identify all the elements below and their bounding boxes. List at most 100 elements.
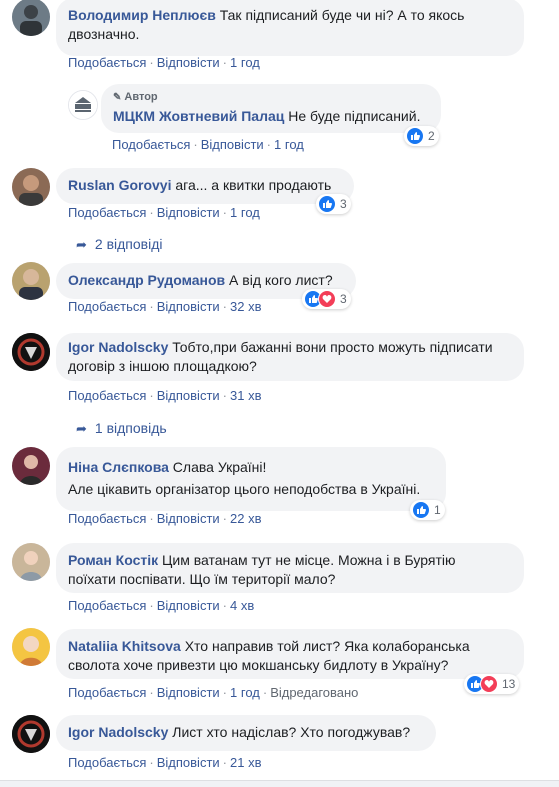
separator: · bbox=[222, 299, 228, 314]
commenter-name[interactable]: Nataliia Khitsova bbox=[68, 638, 181, 654]
timestamp[interactable]: 1 год bbox=[274, 137, 304, 152]
separator: · bbox=[149, 299, 154, 314]
separator: · bbox=[149, 755, 154, 770]
commenter-name[interactable]: Володимир Неплюєв bbox=[68, 7, 216, 23]
avatar[interactable] bbox=[12, 168, 50, 206]
like-button[interactable]: Подобається bbox=[112, 137, 190, 152]
like-button[interactable]: Подобається bbox=[68, 205, 146, 220]
reply-button[interactable]: Відповісти bbox=[157, 388, 220, 403]
separator: · bbox=[149, 511, 154, 526]
comment-text: Так підписаний буде чи ні? А то якось bbox=[219, 7, 465, 23]
comment-text: Не буде підписаний. bbox=[288, 108, 421, 124]
edited-label[interactable]: Відредаговано bbox=[270, 685, 358, 700]
timestamp[interactable]: 32 хв bbox=[230, 299, 261, 314]
reply-button[interactable]: Відповісти bbox=[157, 299, 220, 314]
comment-text-line2: Але цікавить організатор цього неподобст… bbox=[68, 481, 421, 497]
reaction-summary[interactable]: 1 bbox=[410, 500, 445, 520]
commenter-name[interactable]: Олександр Рудоманов bbox=[68, 272, 225, 288]
view-replies-link[interactable]: ➦ 1 відповідь bbox=[76, 420, 167, 437]
comment-text: Лист хто надіслав? Хто погоджував? bbox=[172, 724, 411, 740]
comment-actions: Подобається · Відповісти · 31 хв bbox=[68, 388, 262, 403]
comment-bubble: Володимир Неплюєв Так підписаний буде чи… bbox=[56, 0, 524, 56]
comment-text: Цим ватанам тут не місце. Можна і в Буря… bbox=[162, 552, 456, 568]
reply-button[interactable]: Відповісти bbox=[157, 205, 220, 220]
like-button[interactable]: Подобається bbox=[68, 388, 146, 403]
reply-arrow-icon: ➦ bbox=[76, 237, 87, 252]
avatar[interactable] bbox=[12, 447, 50, 485]
reaction-count: 1 bbox=[434, 503, 441, 517]
comment-actions: Подобається · Відповісти · 1 год bbox=[68, 205, 260, 220]
commenter-name[interactable]: Ruslan Gorovyi bbox=[68, 177, 171, 193]
comment-text: А від кого лист? bbox=[229, 272, 333, 288]
timestamp[interactable]: 4 хв bbox=[230, 598, 254, 613]
comment-bubble: Nataliia Khitsova Хто направив той лист?… bbox=[56, 629, 524, 679]
avatar[interactable] bbox=[12, 333, 50, 371]
reaction-summary[interactable]: 2 bbox=[404, 126, 439, 146]
like-reaction-icon bbox=[318, 195, 336, 213]
like-button[interactable]: Подобається bbox=[68, 755, 146, 770]
like-reaction-icon bbox=[412, 501, 430, 519]
replies-label: 2 відповіді bbox=[94, 236, 163, 252]
view-replies-link[interactable]: ➦ 2 відповіді bbox=[76, 236, 163, 253]
like-button[interactable]: Подобається bbox=[68, 55, 146, 70]
reply-button[interactable]: Відповісти bbox=[157, 55, 220, 70]
reaction-summary[interactable]: 3 bbox=[316, 194, 351, 214]
separator: · bbox=[266, 137, 272, 152]
timestamp[interactable]: 22 хв bbox=[230, 511, 261, 526]
comment-bubble: Ruslan Gorovyi ага... а квитки продають bbox=[56, 168, 354, 204]
separator: · bbox=[149, 598, 154, 613]
timestamp[interactable]: 1 год bbox=[230, 55, 260, 70]
commenter-name[interactable]: Igor Nadolscky bbox=[68, 724, 168, 740]
separator: · bbox=[222, 685, 228, 700]
author-icon: ✎ bbox=[113, 92, 122, 103]
separator: · bbox=[222, 388, 228, 403]
author-tag: ✎ Автор bbox=[113, 88, 429, 107]
reply-button[interactable]: Відповісти bbox=[157, 511, 220, 526]
reaction-count: 3 bbox=[340, 292, 347, 306]
separator: · bbox=[222, 598, 228, 613]
avatar[interactable] bbox=[12, 715, 50, 753]
separator: · bbox=[262, 685, 268, 700]
comment-actions: Подобається · Відповісти · 21 хв bbox=[68, 755, 262, 770]
commenter-name[interactable]: Ніна Слєпкова bbox=[68, 459, 169, 475]
separator: · bbox=[149, 205, 154, 220]
separator: · bbox=[222, 55, 228, 70]
like-button[interactable]: Подобається bbox=[68, 511, 146, 526]
like-button[interactable]: Подобається bbox=[68, 598, 146, 613]
commenter-name[interactable]: Igor Nadolscky bbox=[68, 339, 168, 355]
commenter-name[interactable]: Роман Костік bbox=[68, 552, 158, 568]
timestamp[interactable]: 21 хв bbox=[230, 755, 261, 770]
reaction-summary[interactable]: 3 bbox=[302, 289, 351, 309]
comment-actions: Подобається · Відповісти · 1 год bbox=[68, 55, 260, 70]
comment-actions: Подобається · Відповісти · 4 хв bbox=[68, 598, 254, 613]
separator: · bbox=[149, 685, 154, 700]
replies-label: 1 відповідь bbox=[94, 420, 167, 436]
avatar[interactable] bbox=[12, 0, 50, 36]
comment-text: Тобто,при бажанні вони просто можуть під… bbox=[172, 339, 493, 355]
timestamp[interactable]: 31 хв bbox=[230, 388, 261, 403]
separator: · bbox=[149, 388, 154, 403]
timestamp[interactable]: 1 год bbox=[230, 685, 260, 700]
timestamp[interactable]: 1 год bbox=[230, 205, 260, 220]
avatar[interactable] bbox=[68, 90, 98, 120]
reply-button[interactable]: Відповісти bbox=[157, 598, 220, 613]
reaction-summary[interactable]: 13 bbox=[464, 674, 520, 694]
avatar[interactable] bbox=[12, 543, 50, 581]
commenter-name[interactable]: МЦКМ Жовтневий Палац bbox=[113, 108, 284, 124]
avatar[interactable] bbox=[12, 262, 50, 300]
reply-button[interactable]: Відповісти bbox=[157, 685, 220, 700]
reply-arrow-icon: ➦ bbox=[76, 421, 87, 436]
separator: · bbox=[149, 55, 154, 70]
like-button[interactable]: Подобається bbox=[68, 299, 146, 314]
comment-text: Слава Україні! bbox=[172, 459, 267, 475]
comment-bubble: ✎ Автор МЦКМ Жовтневий Палац Не буде під… bbox=[101, 84, 441, 133]
comment-text-line2: сволота хоче привезти цю мокшанську бидл… bbox=[68, 657, 449, 673]
comment-bubble: Роман Костік Цим ватанам тут не місце. М… bbox=[56, 543, 524, 593]
reply-button[interactable]: Відповісти bbox=[201, 137, 264, 152]
comment-text: Хто направив той лист? Яка колаборанська bbox=[184, 638, 470, 654]
like-button[interactable]: Подобається bbox=[68, 685, 146, 700]
comment-bubble: Igor Nadolscky Тобто,при бажанні вони пр… bbox=[56, 333, 524, 381]
author-tag-label: Автор bbox=[124, 91, 158, 103]
reply-button[interactable]: Відповісти bbox=[157, 755, 220, 770]
avatar[interactable] bbox=[12, 628, 50, 666]
